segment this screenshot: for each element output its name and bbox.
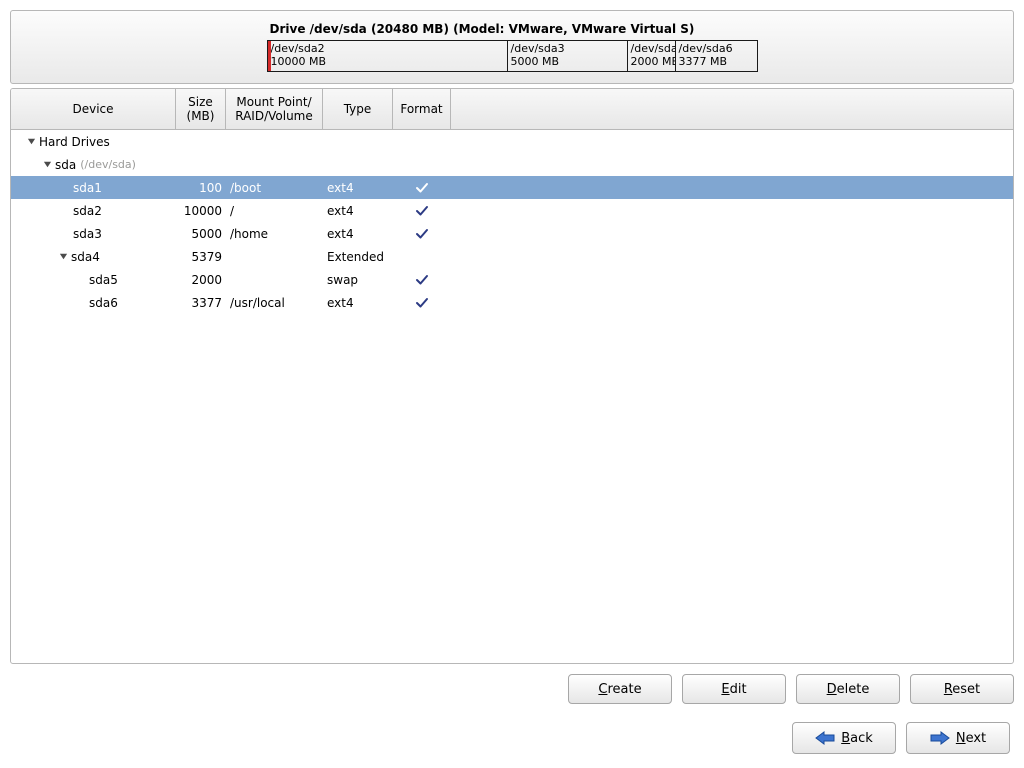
- partition-mount: /home: [226, 227, 323, 241]
- tree-disk-label: sda: [55, 158, 76, 172]
- tree-disk-row[interactable]: sda (/dev/sda): [11, 153, 1013, 176]
- partition-mount: /usr/local: [226, 296, 323, 310]
- check-icon: [414, 180, 430, 196]
- expand-icon[interactable]: [25, 136, 37, 148]
- table-header: Device Size (MB) Mount Point/ RAID/Volum…: [11, 89, 1013, 130]
- reset-button[interactable]: Reset: [910, 674, 1014, 704]
- drive-title: Drive /dev/sda (20480 MB) (Model: VMware…: [267, 22, 695, 36]
- check-icon: [414, 226, 430, 242]
- create-button[interactable]: Create: [568, 674, 672, 704]
- table-body[interactable]: Hard Drivessda(/dev/sda)sda1100/bootext4…: [11, 130, 1013, 663]
- partition-size: 5000: [176, 227, 226, 241]
- partition-row[interactable]: sda2 10000/ext4: [11, 199, 1013, 222]
- arrow-left-icon: [815, 731, 835, 745]
- action-button-row: Create Edit Delete Reset: [0, 664, 1024, 704]
- partition-device: sda5: [89, 273, 118, 287]
- back-button[interactable]: Back: [792, 722, 896, 754]
- delete-button[interactable]: Delete: [796, 674, 900, 704]
- partition-size: 5379: [176, 250, 226, 264]
- partition-type: Extended: [323, 250, 393, 264]
- partition-type: ext4: [323, 227, 393, 241]
- edit-button[interactable]: Edit: [682, 674, 786, 704]
- col-header-device[interactable]: Device: [11, 89, 176, 129]
- partition-device: sda3: [73, 227, 102, 241]
- drive-map-selection-mark: [268, 41, 271, 71]
- partition-size: 3377: [176, 296, 226, 310]
- partition-device: sda2: [73, 204, 102, 218]
- tree-root-label: Hard Drives: [39, 135, 110, 149]
- tree-disk-path: (/dev/sda): [80, 158, 136, 171]
- partition-type: swap: [323, 273, 393, 287]
- partition-device: sda6: [89, 296, 118, 310]
- drive-map-slot[interactable]: /dev/sda35000 MB: [508, 41, 628, 71]
- partition-row[interactable]: sda4 5379 Extended: [11, 245, 1013, 268]
- partition-mount: /boot: [226, 181, 323, 195]
- partition-row[interactable]: sda3 5000/homeext4: [11, 222, 1013, 245]
- col-header-size[interactable]: Size (MB): [176, 89, 226, 129]
- partition-row[interactable]: sda1 100/bootext4: [11, 176, 1013, 199]
- partition-type: ext4: [323, 204, 393, 218]
- col-header-mount[interactable]: Mount Point/ RAID/Volume: [226, 89, 323, 129]
- partition-mount: /: [226, 204, 323, 218]
- partition-type: ext4: [323, 296, 393, 310]
- partition-table: Device Size (MB) Mount Point/ RAID/Volum…: [10, 88, 1014, 664]
- partition-size: 2000: [176, 273, 226, 287]
- drive-map[interactable]: /dev/sda210000 MB/dev/sda35000 MB/dev/sd…: [267, 40, 758, 72]
- partition-device: sda1: [73, 181, 102, 195]
- expand-icon[interactable]: [57, 251, 69, 263]
- col-header-type[interactable]: Type: [323, 89, 393, 129]
- partition-row[interactable]: sda5 2000 swap: [11, 268, 1013, 291]
- expand-icon[interactable]: [41, 159, 53, 171]
- tree-root-row[interactable]: Hard Drives: [11, 130, 1013, 153]
- nav-button-row: Back Next: [0, 704, 1024, 768]
- partition-row[interactable]: sda6 3377/usr/localext4: [11, 291, 1013, 314]
- col-header-format[interactable]: Format: [393, 89, 451, 129]
- check-icon: [414, 272, 430, 288]
- drive-map-slot[interactable]: /dev/sda52000 MB: [628, 41, 676, 71]
- next-button[interactable]: Next: [906, 722, 1010, 754]
- check-icon: [414, 203, 430, 219]
- drive-map-slot[interactable]: /dev/sda210000 MB: [268, 41, 508, 71]
- partition-type: ext4: [323, 181, 393, 195]
- partition-size: 10000: [176, 204, 226, 218]
- check-icon: [414, 295, 430, 311]
- drive-map-slot[interactable]: /dev/sda63377 MB: [676, 41, 757, 71]
- partition-device: sda4: [71, 250, 100, 264]
- arrow-right-icon: [930, 731, 950, 745]
- drive-summary-panel: Drive /dev/sda (20480 MB) (Model: VMware…: [10, 10, 1014, 84]
- col-header-spacer: [451, 89, 1013, 129]
- partition-size: 100: [176, 181, 226, 195]
